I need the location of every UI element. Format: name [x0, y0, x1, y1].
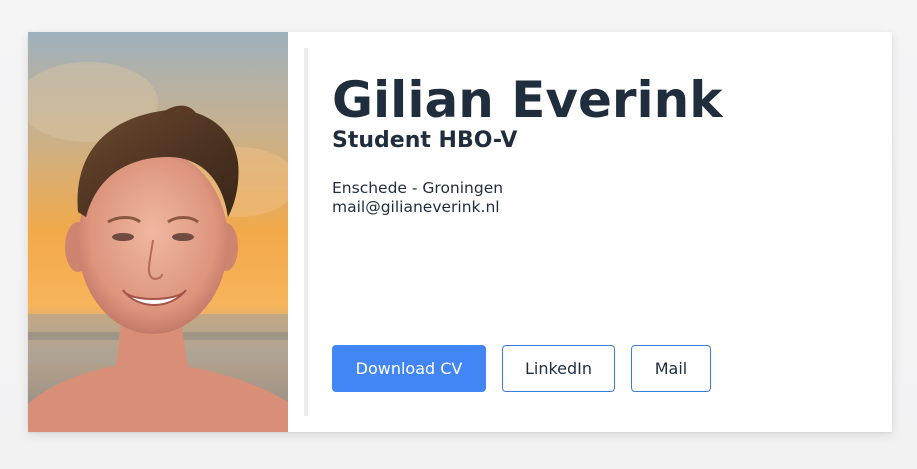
mail-button[interactable]: Mail: [631, 345, 711, 392]
email-text: mail@gilianeverink.nl: [332, 198, 500, 216]
linkedin-button[interactable]: LinkedIn: [502, 345, 615, 392]
profile-card: Gilian Everink Student HBO-V Enschede - …: [28, 32, 892, 432]
page: Gilian Everink Student HBO-V Enschede - …: [0, 0, 917, 469]
profile-name: Gilian Everink: [332, 71, 723, 129]
location-text: Enschede - Groningen: [332, 179, 504, 197]
profile-role: Student HBO-V: [332, 128, 518, 153]
vertical-divider: [304, 48, 308, 416]
profile-photo: [28, 32, 288, 432]
contact-info: Enschede - Groningen mail@gilianeverink.…: [332, 179, 503, 217]
download-cv-button[interactable]: Download CV: [332, 345, 486, 392]
profile-content: Gilian Everink Student HBO-V Enschede - …: [288, 32, 892, 432]
